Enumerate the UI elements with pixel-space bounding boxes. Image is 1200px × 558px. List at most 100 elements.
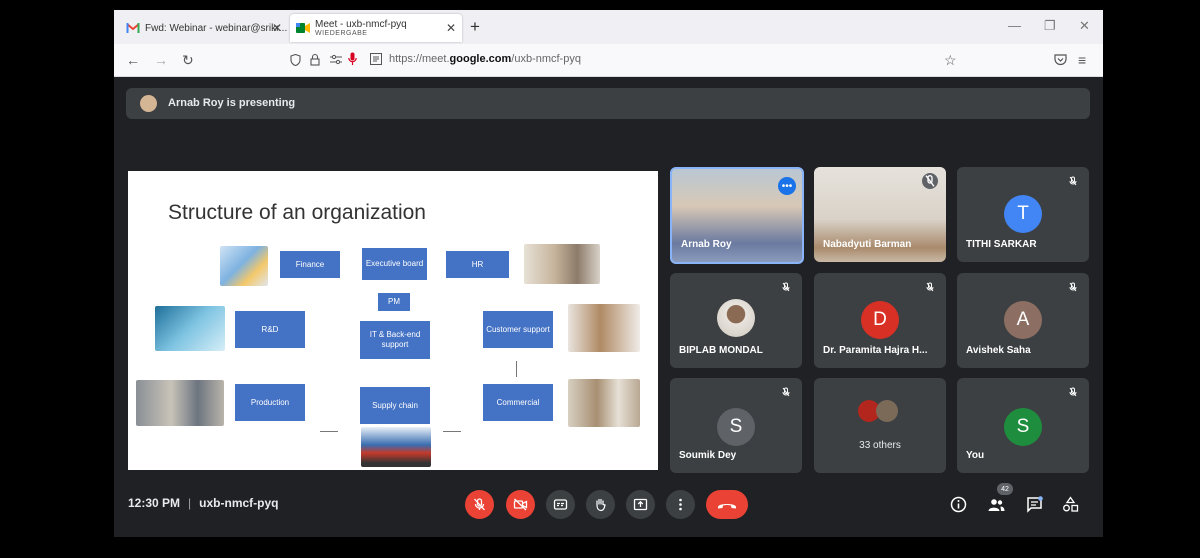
clock-time: 12:30 PM [128,496,181,510]
restore-icon[interactable]: ❐ [1044,18,1056,34]
microphone-off-icon [922,173,938,189]
tab-gmail[interactable]: Fwd: Webinar - webinar@srikr... ✕ [120,14,288,42]
microphone-off-icon [782,282,790,292]
participant-tile[interactable]: D Dr. Paramita Hajra H... [814,273,946,368]
tab-label: Meet - uxb-nmcf-pyq [315,19,407,30]
microphone-off-icon [782,387,790,397]
participant-name: Avishek Saha [966,345,1031,356]
minimize-icon[interactable]: — [1008,18,1021,33]
box-commercial: Commercial [483,384,553,421]
box-finance: Finance [280,251,340,278]
box-executive-board: Executive board [362,248,427,280]
microphone-active-icon[interactable] [348,52,357,66]
rnd-image [155,306,225,351]
slide-title: Structure of an organization [168,201,426,224]
arrow-line [443,431,461,432]
reload-icon[interactable]: ↻ [182,52,194,69]
gmail-icon [126,23,140,33]
arrow-line [516,361,517,377]
present-screen-button[interactable] [626,490,655,519]
truck-image [361,427,431,467]
more-vertical-icon [679,498,682,511]
microphone-off-icon [474,498,485,511]
browser-window: Fwd: Webinar - webinar@srikr... ✕ Meet -… [114,10,1103,537]
others-count: 33 others [859,440,901,451]
menu-icon[interactable]: ≡ [1078,52,1086,68]
hr-image [524,244,600,284]
microphone-off-icon [926,282,934,292]
microphone-off-icon [1069,387,1077,397]
url-bar[interactable]: https://meet.google.com/uxb-nmcf-pyq [389,53,581,65]
participant-avatar: S [1004,408,1042,446]
microphone-off-icon [1069,176,1077,186]
participant-avatar: S [717,408,755,446]
people-icon[interactable] [988,496,1005,513]
participant-tile[interactable]: ••• Arnab Roy [670,167,804,264]
box-customer-support: Customer support [483,311,553,348]
participant-tile[interactable]: A Avishek Saha [957,273,1089,368]
tab-meet[interactable]: Meet - uxb-nmcf-pyq WIEDERGABE ✕ [290,14,462,42]
bookmark-star-icon[interactable]: ☆ [944,52,957,69]
presenter-avatar [140,95,157,112]
box-production: Production [235,384,305,421]
participant-tile[interactable]: S Soumik Dey [670,378,802,473]
people-count-badge: 42 [997,483,1013,495]
arrow-line [320,431,338,432]
lock-icon[interactable] [310,53,320,66]
close-tab-icon[interactable]: ✕ [272,21,282,35]
close-tab-icon[interactable]: ✕ [446,21,456,35]
chat-icon[interactable] [1026,496,1043,513]
camera-off-icon [513,498,528,511]
finance-image [220,246,268,286]
participant-name: Soumik Dey [679,450,737,461]
raise-hand-button[interactable] [586,490,615,519]
nav-bar: ← → ↻ https://meet.google.com/uxb-nmcf-p… [114,44,1103,77]
participant-name: TITHI SARKAR [966,239,1037,250]
more-options-icon[interactable]: ••• [778,177,796,195]
back-icon[interactable]: ← [126,52,140,68]
captions-button[interactable] [546,490,575,519]
mic-toggle-button[interactable] [465,490,494,519]
camera-toggle-button[interactable] [506,490,535,519]
others-tile[interactable]: 33 others [814,378,946,473]
participant-avatar: A [1004,301,1042,339]
participant-name: Arnab Roy [681,239,732,250]
presentation-slide: Structure of an organization Finance Exe… [128,171,658,470]
present-screen-icon [633,498,648,511]
box-it-backend: IT & Back-end support [360,321,430,359]
production-image [136,380,224,426]
participant-tile[interactable]: BIPLAB MONDAL [670,273,802,368]
others-avatar [876,400,898,422]
activities-icon[interactable] [1062,496,1079,513]
box-supply-chain: Supply chain [360,387,430,424]
participant-tile[interactable]: Nabadyuti Barman [814,167,946,262]
tab-bar: Fwd: Webinar - webinar@srikr... ✕ Meet -… [114,10,1103,44]
new-tab-button[interactable]: + [470,17,480,37]
customer-support-image [568,304,640,352]
participant-name: BIPLAB MONDAL [679,345,763,356]
presenting-text: Arnab Roy is presenting [168,97,296,109]
forward-icon[interactable]: → [154,52,168,68]
box-pm: PM [378,293,410,311]
end-call-icon [718,503,736,508]
box-rnd: R&D [235,311,305,348]
participant-avatar [717,299,755,337]
reader-icon[interactable] [370,53,382,65]
permissions-icon[interactable] [330,54,342,65]
url-prefix: https://meet. [389,53,450,65]
tab-sublabel: WIEDERGABE [315,30,368,37]
close-window-icon[interactable]: ✕ [1079,18,1090,34]
leave-call-button[interactable] [706,490,748,519]
participant-tile[interactable]: T TITHI SARKAR [957,167,1089,262]
presenting-banner: Arnab Roy is presenting [126,88,1090,119]
more-options-button[interactable] [666,490,695,519]
participant-name: You [966,450,985,461]
participant-avatar: T [1004,195,1042,233]
meeting-code: uxb-nmcf-pyq [199,496,279,510]
self-tile[interactable]: S You [957,378,1089,473]
pocket-icon[interactable] [1054,54,1067,66]
participant-name: Dr. Paramita Hajra H... [823,345,928,356]
tab-label: Fwd: Webinar - webinar@srikr... [145,22,288,34]
meeting-details-icon[interactable] [950,496,967,513]
shield-icon[interactable] [290,54,301,66]
